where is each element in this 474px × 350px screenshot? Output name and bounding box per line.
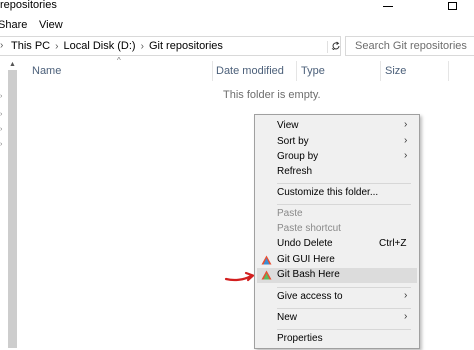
navigation-pane: ▲ › › › › [0,57,18,350]
column-type[interactable]: Type [301,65,325,77]
menu-item-undo-delete[interactable]: Undo Delete Ctrl+Z [257,237,417,252]
expand-chevron-icon[interactable]: › [0,126,2,133]
menu-item-label: Properties [277,333,323,344]
navigation-scrollbar[interactable] [8,70,17,348]
column-divider[interactable] [380,61,381,81]
git-icon [261,255,272,265]
menu-item-customize-folder[interactable]: Customize this folder... [257,186,417,201]
menu-item-refresh[interactable]: Refresh [257,165,417,180]
menu-item-label: Give access to [277,291,343,302]
column-divider[interactable] [448,61,449,81]
menu-item-git-bash-here[interactable]: Git Bash Here [257,268,417,283]
tab-view[interactable]: View [39,19,63,31]
title-bar: repositories [0,0,474,14]
address-row: › This PC › Local Disk (D:) › Git reposi… [0,35,474,57]
breadcrumb-chevron-icon[interactable]: › [0,40,3,51]
menu-item-label: Paste shortcut [277,223,341,234]
column-headers: ^ Name Date modified Type Size [18,56,474,83]
menu-item-paste[interactable]: Paste [257,207,417,222]
submenu-arrow-icon: › [404,119,408,130]
breadcrumb-git-repositories[interactable]: Git repositories [149,40,223,52]
refresh-button[interactable] [327,36,344,56]
menu-item-shortcut: Ctrl+Z [379,238,407,249]
menu-item-label: Undo Delete [277,238,333,249]
address-bar[interactable]: › This PC › Local Disk (D:) › Git reposi… [0,36,341,56]
menu-item-sort-by[interactable]: Sort by › [257,135,417,150]
menu-item-group-by[interactable]: Group by › [257,150,417,165]
menu-separator [277,308,411,309]
menu-item-label: Customize this folder... [277,187,379,198]
expand-chevron-icon[interactable]: › [0,93,2,100]
search-box[interactable]: Search Git repositories [345,36,474,56]
menu-separator [277,183,411,184]
annotation-arrow-icon [224,271,255,282]
maximize-button[interactable] [440,0,464,12]
menu-item-label: Git Bash Here [277,269,340,280]
submenu-arrow-icon: › [404,135,408,146]
ribbon: Share View [0,14,474,36]
menu-item-label: Git GUI Here [277,254,335,265]
menu-item-label: Refresh [277,166,313,177]
breadcrumb-this-pc[interactable]: This PC [11,40,50,52]
search-placeholder[interactable]: Search Git repositories [355,40,467,52]
menu-item-git-gui-here[interactable]: Git GUI Here [257,253,417,268]
breadcrumb: This PC › Local Disk (D:) › Git reposito… [11,40,223,52]
menu-separator [277,204,411,205]
tab-share[interactable]: Share [0,19,27,31]
empty-folder-message: This folder is empty. [223,89,321,101]
menu-separator [277,329,411,330]
column-size[interactable]: Size [385,65,406,77]
expand-chevron-icon[interactable]: › [0,141,2,148]
maximize-icon [447,2,457,10]
submenu-arrow-icon: › [404,150,408,161]
submenu-arrow-icon: › [404,311,408,322]
menu-item-label: New [277,312,298,323]
menu-item-properties[interactable]: Properties [257,332,417,347]
context-menu: View › Sort by › Group by › Refresh Cust… [254,114,420,349]
column-name[interactable]: Name [32,65,61,77]
window-title: repositories [0,0,57,11]
column-divider[interactable] [212,61,213,81]
menu-item-paste-shortcut[interactable]: Paste shortcut [257,222,417,237]
git-icon [261,270,272,280]
expand-chevron-icon[interactable]: › [0,111,2,118]
menu-item-label: Group by [277,151,319,162]
breadcrumb-separator-icon[interactable]: › [55,41,58,52]
menu-separator [277,287,411,288]
column-date-modified[interactable]: Date modified [216,65,284,77]
minimize-icon [383,6,393,7]
menu-item-label: Sort by [277,136,309,147]
breadcrumb-separator-icon[interactable]: › [141,41,144,52]
menu-item-view[interactable]: View › [257,119,417,134]
sort-ascending-icon: ^ [117,56,121,65]
menu-item-label: View [277,120,299,131]
menu-item-give-access-to[interactable]: Give access to › [257,290,417,305]
refresh-icon [332,41,339,50]
minimize-button[interactable] [376,0,400,12]
menu-item-new[interactable]: New › [257,311,417,326]
menu-item-label: Paste [277,208,303,219]
breadcrumb-local-disk[interactable]: Local Disk (D:) [63,40,135,52]
column-divider[interactable] [296,61,297,81]
submenu-arrow-icon: › [404,290,408,301]
scroll-up-icon[interactable]: ▲ [8,61,17,69]
